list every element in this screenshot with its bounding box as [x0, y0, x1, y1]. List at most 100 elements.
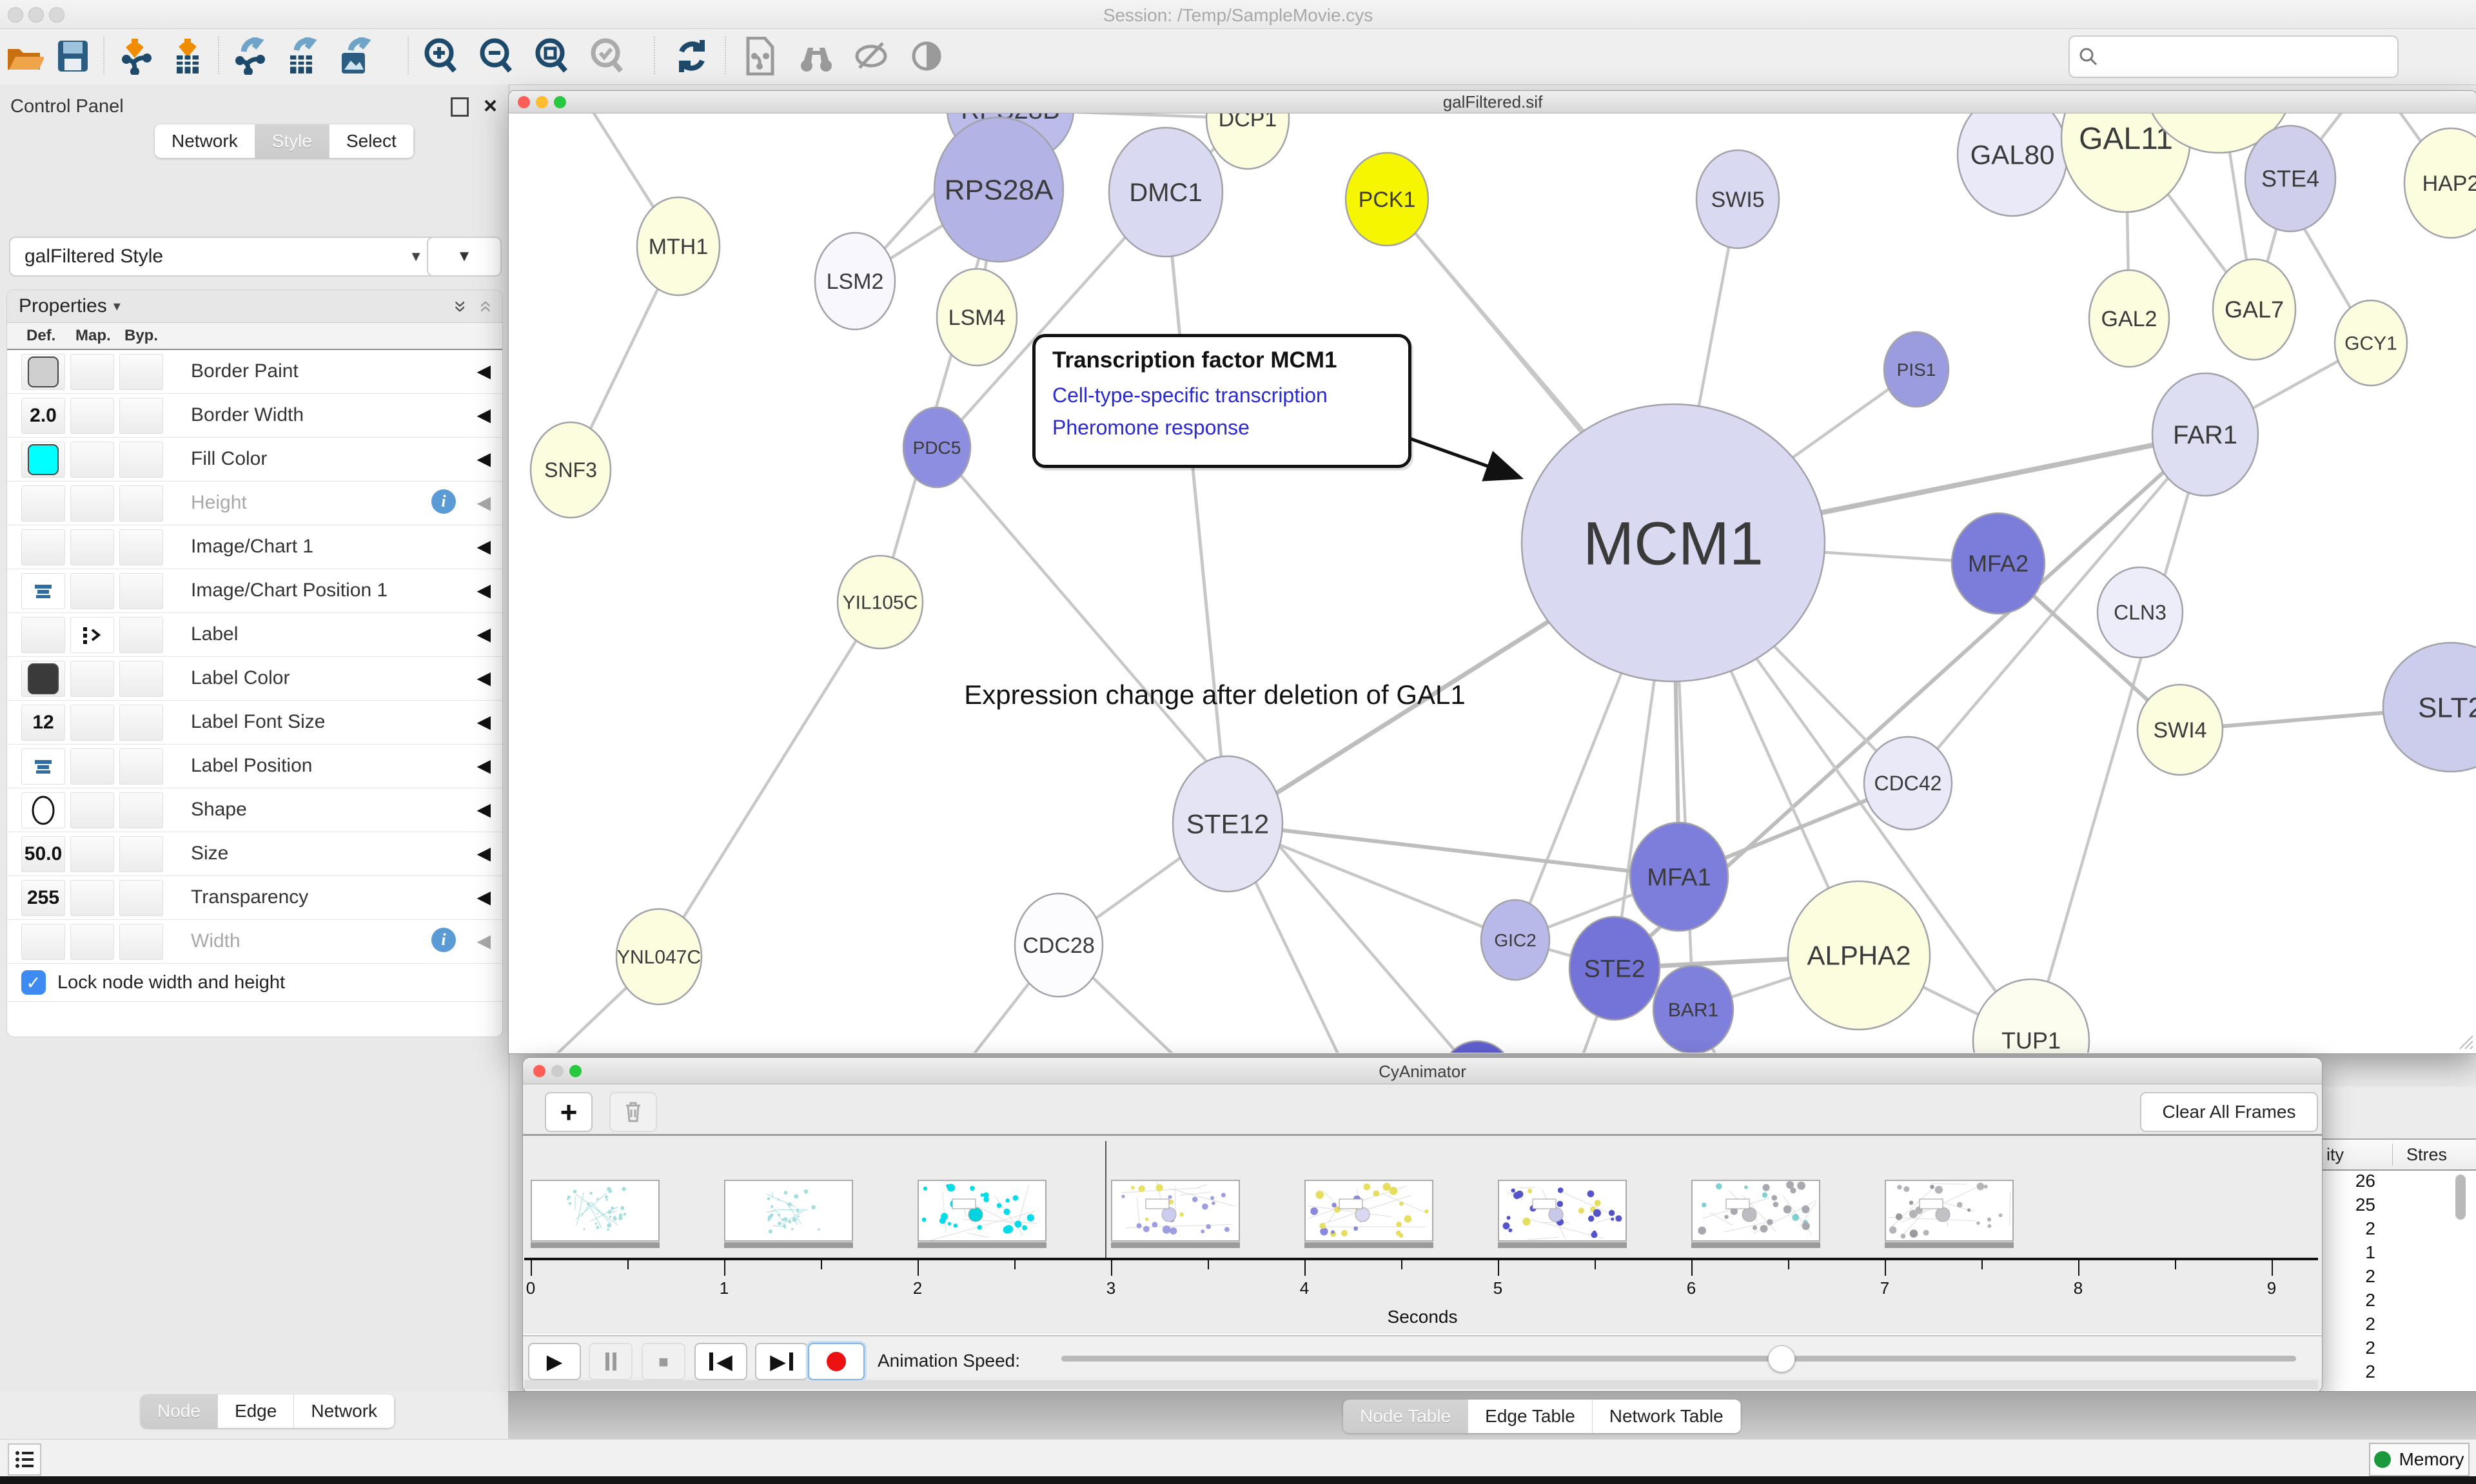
style-options-button[interactable]: ▼	[427, 237, 502, 277]
search-input[interactable]	[2105, 46, 2388, 68]
node-far1[interactable]: FAR1	[2152, 373, 2258, 496]
frame-thumbnail-7[interactable]	[1691, 1180, 1820, 1248]
float-window-icon[interactable]	[451, 97, 469, 117]
network-window-titlebar[interactable]: galFiltered.sif	[509, 91, 2476, 113]
frame-thumbnail-3[interactable]	[918, 1180, 1046, 1248]
skip-to-start-button[interactable]: ◀	[694, 1343, 747, 1380]
timeline-ruler[interactable]: 0123456789 Seconds	[523, 1258, 2322, 1335]
frame-thumbnail-5[interactable]	[1304, 1180, 1433, 1248]
frame-thumbnail-4[interactable]	[1111, 1180, 1240, 1248]
property-row-label-font-size[interactable]: 12Label Font Size◀	[7, 701, 502, 745]
skip-to-end-button[interactable]: ▶	[755, 1343, 808, 1380]
node-cdc28[interactable]: CDC28	[1015, 893, 1103, 997]
frame-thumbnail-6[interactable]	[1498, 1180, 1627, 1248]
node-gal80[interactable]: GAL80	[1958, 113, 2067, 216]
node-hap2[interactable]: HAP2	[2404, 128, 2476, 238]
property-row-shape[interactable]: Shape◀	[7, 788, 502, 832]
task-history-button[interactable]	[8, 1443, 41, 1476]
node-pck1[interactable]: PCK1	[1346, 153, 1428, 246]
animation-speed-slider[interactable]	[1061, 1356, 2296, 1362]
memory-button[interactable]: Memory	[2369, 1443, 2470, 1476]
frame-thumbnail-8[interactable]	[1885, 1180, 2014, 1248]
resize-grip-icon[interactable]	[2456, 1032, 2474, 1050]
search-sites-icon[interactable]	[794, 34, 837, 78]
expand-row-icon[interactable]: ◀	[477, 843, 491, 864]
node-slt2[interactable]: SLT2	[2383, 643, 2476, 772]
property-row-transparency[interactable]: 255Transparency◀	[7, 876, 502, 920]
expand-all-icon[interactable]: »	[448, 300, 473, 313]
property-row-size[interactable]: 50.0Size◀	[7, 832, 502, 876]
expand-row-icon[interactable]: ◀	[477, 360, 491, 382]
save-session-icon[interactable]	[52, 34, 94, 78]
frame-thumbnail-1[interactable]	[531, 1180, 660, 1248]
add-frame-button[interactable]: +	[545, 1092, 593, 1132]
tab-network[interactable]: Network	[294, 1394, 395, 1428]
node-bar1[interactable]: BAR1	[1653, 966, 1733, 1053]
node-gal7[interactable]: GAL7	[2213, 259, 2295, 360]
tab-edge[interactable]: Edge	[218, 1394, 294, 1428]
property-row-height[interactable]: Heighti◀	[7, 482, 502, 525]
import-network-icon[interactable]	[113, 34, 156, 78]
refresh-view-icon[interactable]	[671, 34, 713, 78]
export-image-icon[interactable]	[333, 34, 375, 78]
export-table-icon[interactable]	[280, 34, 322, 78]
tab-network-table[interactable]: Network Table	[1593, 1400, 1741, 1433]
default-value[interactable]: 2.0	[30, 405, 57, 427]
export-network-icon[interactable]	[227, 34, 270, 78]
default-value[interactable]: 50.0	[25, 843, 62, 865]
network-edge[interactable]	[1413, 230, 1597, 446]
property-row-fill-color[interactable]: Fill Color◀	[7, 438, 502, 482]
frame-thumbnail-2[interactable]	[724, 1180, 853, 1248]
delete-frame-button[interactable]	[609, 1092, 657, 1132]
expand-row-icon[interactable]: ◀	[477, 536, 491, 557]
zoom-fit-icon[interactable]	[530, 34, 573, 78]
properties-header[interactable]: Properties ▾ » »	[7, 290, 502, 323]
annotation-link[interactable]: Pheromone response	[1052, 416, 1250, 440]
node-mth1[interactable]: MTH1	[637, 197, 720, 295]
node-ynl047c[interactable]: YNL047C	[616, 909, 702, 1004]
property-row-image-chart-1[interactable]: Image/Chart 1◀	[7, 525, 502, 569]
collapse-all-icon[interactable]: »	[472, 300, 497, 313]
close-panel-icon[interactable]: ×	[484, 92, 497, 119]
property-row-label-position[interactable]: Label Position◀	[7, 745, 502, 788]
column-header[interactable]: Stres	[2406, 1145, 2447, 1165]
color-swatch[interactable]	[28, 444, 59, 475]
open-session-icon[interactable]	[4, 34, 46, 78]
search-field[interactable]	[2068, 35, 2399, 78]
info-icon[interactable]: i	[431, 489, 456, 514]
record-button[interactable]	[808, 1343, 865, 1380]
stop-button[interactable]: ■	[642, 1343, 685, 1380]
expand-row-icon[interactable]: ◀	[477, 667, 491, 688]
default-value[interactable]: 255	[27, 887, 59, 909]
node-pis1[interactable]: PIS1	[1884, 332, 1949, 407]
node-cln3[interactable]: CLN3	[2098, 567, 2183, 658]
expand-row-icon[interactable]: ◀	[477, 711, 491, 732]
expand-row-icon[interactable]: ◀	[477, 755, 491, 776]
hide-graphics-icon[interactable]	[850, 34, 892, 78]
node-rps28a[interactable]: RPS28A	[934, 117, 1063, 262]
tab-node[interactable]: Node	[141, 1394, 218, 1428]
node-gcy1[interactable]: GCY1	[2335, 300, 2407, 386]
default-value[interactable]: 12	[32, 712, 54, 734]
network-canvas[interactable]: RPS28BDCP1DMC1RPS28APCK1SWI5GAL80GAL11ST…	[509, 113, 2476, 1053]
node-mcm1[interactable]: MCM1	[1522, 404, 1825, 681]
node-ste4[interactable]: STE4	[2245, 126, 2335, 231]
expand-row-icon[interactable]: ◀	[477, 404, 491, 425]
play-button[interactable]: ▶	[528, 1343, 581, 1380]
timeline-playhead[interactable]	[1105, 1141, 1106, 1258]
node-swi5[interactable]: SWI5	[1696, 150, 1779, 248]
node-dcp1[interactable]: DCP1	[1206, 113, 1289, 169]
zoom-selected-icon[interactable]	[585, 34, 628, 78]
timeline-scrollbar[interactable]	[524, 1380, 2318, 1389]
property-row-border-paint[interactable]: Border Paint◀	[7, 350, 502, 394]
node-lsm2[interactable]: LSM2	[815, 233, 895, 329]
property-row-width[interactable]: Widthi◀	[7, 920, 502, 964]
expand-row-icon[interactable]: ◀	[477, 886, 491, 908]
tab-style[interactable]: Style	[255, 124, 329, 158]
info-icon[interactable]: i	[431, 928, 456, 952]
network-edge[interactable]	[1166, 192, 1228, 824]
annotation-box[interactable]: Transcription factor MCM1 Cell-type-spec…	[1032, 334, 1411, 468]
expand-row-icon[interactable]: ◀	[477, 799, 491, 820]
node-tup1[interactable]: TUP1	[1973, 979, 2089, 1053]
pause-button[interactable]	[589, 1343, 633, 1380]
